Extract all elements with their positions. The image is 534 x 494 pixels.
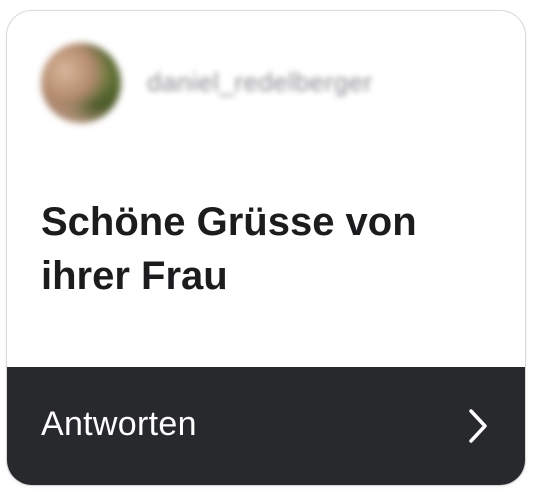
sender-username[interactable]: daniel_redelberger	[147, 67, 373, 98]
reply-button[interactable]: Antworten	[7, 367, 525, 485]
avatar[interactable]	[41, 43, 121, 123]
chevron-right-icon	[469, 409, 487, 443]
message-text: Schöne Grüsse von ihrer Frau	[41, 200, 417, 298]
message-card: daniel_redelberger Schöne Grüsse von ihr…	[6, 10, 526, 486]
reply-button-label: Antworten	[41, 405, 197, 443]
sender-header: daniel_redelberger	[7, 11, 525, 141]
